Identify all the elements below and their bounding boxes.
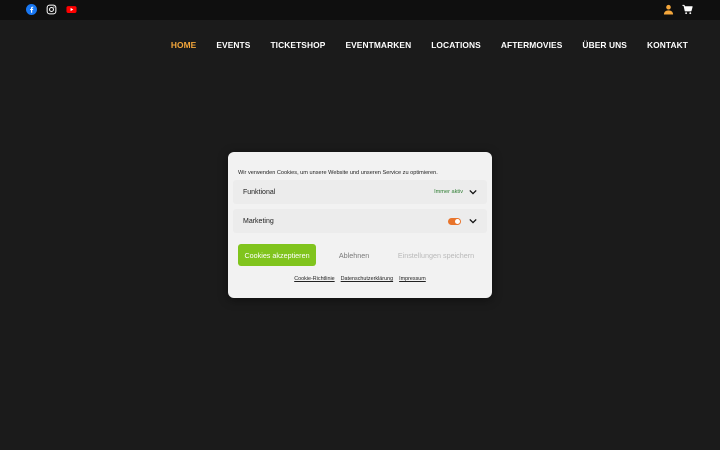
category-label: Funktional — [243, 188, 276, 196]
nav-item-aftermovies[interactable]: AFTERMOVIES — [501, 40, 563, 50]
nav-item-kontakt[interactable]: KONTAKT — [647, 40, 688, 50]
cart-icon[interactable] — [682, 4, 693, 15]
user-icon[interactable] — [663, 4, 674, 15]
main-nav: HOME EVENTS TICKETSHOP EVENTMARKEN LOCAT… — [171, 40, 688, 50]
privacy-policy-link[interactable]: Datenschutzerklärung — [341, 276, 393, 282]
deny-button[interactable]: Ablehnen — [324, 244, 384, 266]
accept-cookies-button[interactable]: Cookies akzeptieren — [238, 244, 316, 266]
nav-item-eventmarken[interactable]: EVENTMARKEN — [345, 40, 411, 50]
category-functional[interactable]: Funktional Immer aktiv — [233, 180, 487, 204]
nav-item-home[interactable]: HOME — [171, 40, 197, 50]
instagram-icon[interactable] — [46, 4, 57, 15]
save-settings-button[interactable]: Einstellungen speichern — [390, 244, 482, 266]
nav-item-events[interactable]: EVENTS — [216, 40, 250, 50]
facebook-icon[interactable] — [26, 4, 37, 15]
category-marketing[interactable]: Marketing — [233, 209, 487, 233]
cookie-actions: Cookies akzeptieren Ablehnen Einstellung… — [238, 244, 482, 266]
social-links — [26, 4, 77, 15]
marketing-toggle[interactable] — [448, 217, 461, 225]
category-label: Marketing — [243, 217, 274, 225]
youtube-icon[interactable] — [66, 4, 77, 15]
imprint-link[interactable]: Impressum — [399, 276, 426, 282]
cookie-intro-text: Wir verwenden Cookies, um unsere Website… — [238, 170, 438, 176]
always-active-badge: Immer aktiv — [434, 189, 463, 195]
chevron-down-icon[interactable] — [469, 218, 477, 224]
nav-item-locations[interactable]: LOCATIONS — [431, 40, 481, 50]
cookie-links: Cookie-Richtlinie Datenschutzerklärung I… — [228, 276, 492, 282]
top-bar — [0, 0, 720, 20]
cookie-policy-link[interactable]: Cookie-Richtlinie — [294, 276, 334, 282]
utility-links — [663, 4, 693, 15]
chevron-down-icon[interactable] — [469, 189, 477, 195]
nav-item-ueber-uns[interactable]: ÜBER UNS — [582, 40, 627, 50]
cookie-banner: Wir verwenden Cookies, um unsere Website… — [228, 152, 492, 298]
nav-item-ticketshop[interactable]: TICKETSHOP — [270, 40, 325, 50]
